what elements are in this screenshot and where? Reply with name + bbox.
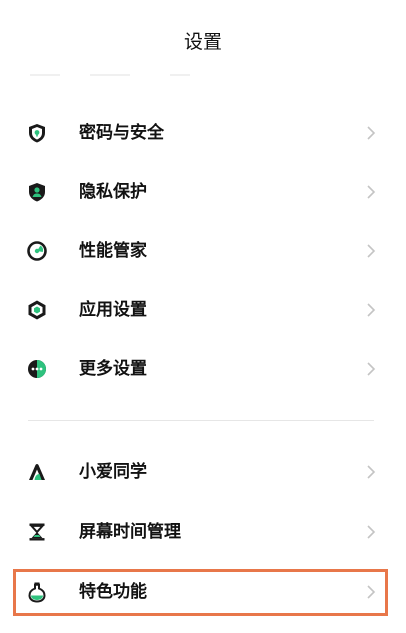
chevron-right-icon [366,243,376,259]
chevron-right-icon [366,125,376,141]
privacy-shield-icon [26,181,48,203]
chevron-right-icon [366,524,376,540]
chevron-right-icon [366,361,376,377]
menu-item-privacy[interactable]: 隐私保护 [0,172,406,212]
faint-scroll-hint [170,74,190,76]
more-dots-icon [26,358,48,380]
menu-item-performance[interactable]: 性能管家 [0,231,406,271]
performance-gauge-icon [26,240,48,262]
menu-item-more-settings[interactable]: 更多设置 [0,349,406,389]
menu-item-label: 更多设置 [79,359,147,379]
menu-item-app-settings[interactable]: 应用设置 [0,290,406,330]
menu-item-label: 密码与安全 [79,123,164,143]
chevron-right-icon [366,184,376,200]
xiaoai-assistant-icon [26,461,48,483]
menu-item-label: 隐私保护 [79,182,147,202]
menu-item-screen-time[interactable]: 屏幕时间管理 [0,512,406,552]
faint-scroll-hint [90,74,130,76]
menu-item-label: 屏幕时间管理 [79,522,181,542]
shield-lock-icon [26,122,48,144]
menu-item-xiaoai[interactable]: 小爱同学 [0,452,406,492]
menu-item-password-security[interactable]: 密码与安全 [0,113,406,153]
chevron-right-icon [366,302,376,318]
section-divider [28,420,374,421]
menu-item-label: 性能管家 [79,241,147,261]
faint-scroll-hint [30,74,60,76]
hourglass-icon [26,521,48,543]
hexagon-app-icon [26,299,48,321]
menu-item-label: 应用设置 [79,300,147,320]
chevron-right-icon [366,464,376,480]
page-title: 设置 [183,31,222,53]
selection-highlight-box [13,569,388,616]
menu-item-label: 小爱同学 [79,462,147,482]
